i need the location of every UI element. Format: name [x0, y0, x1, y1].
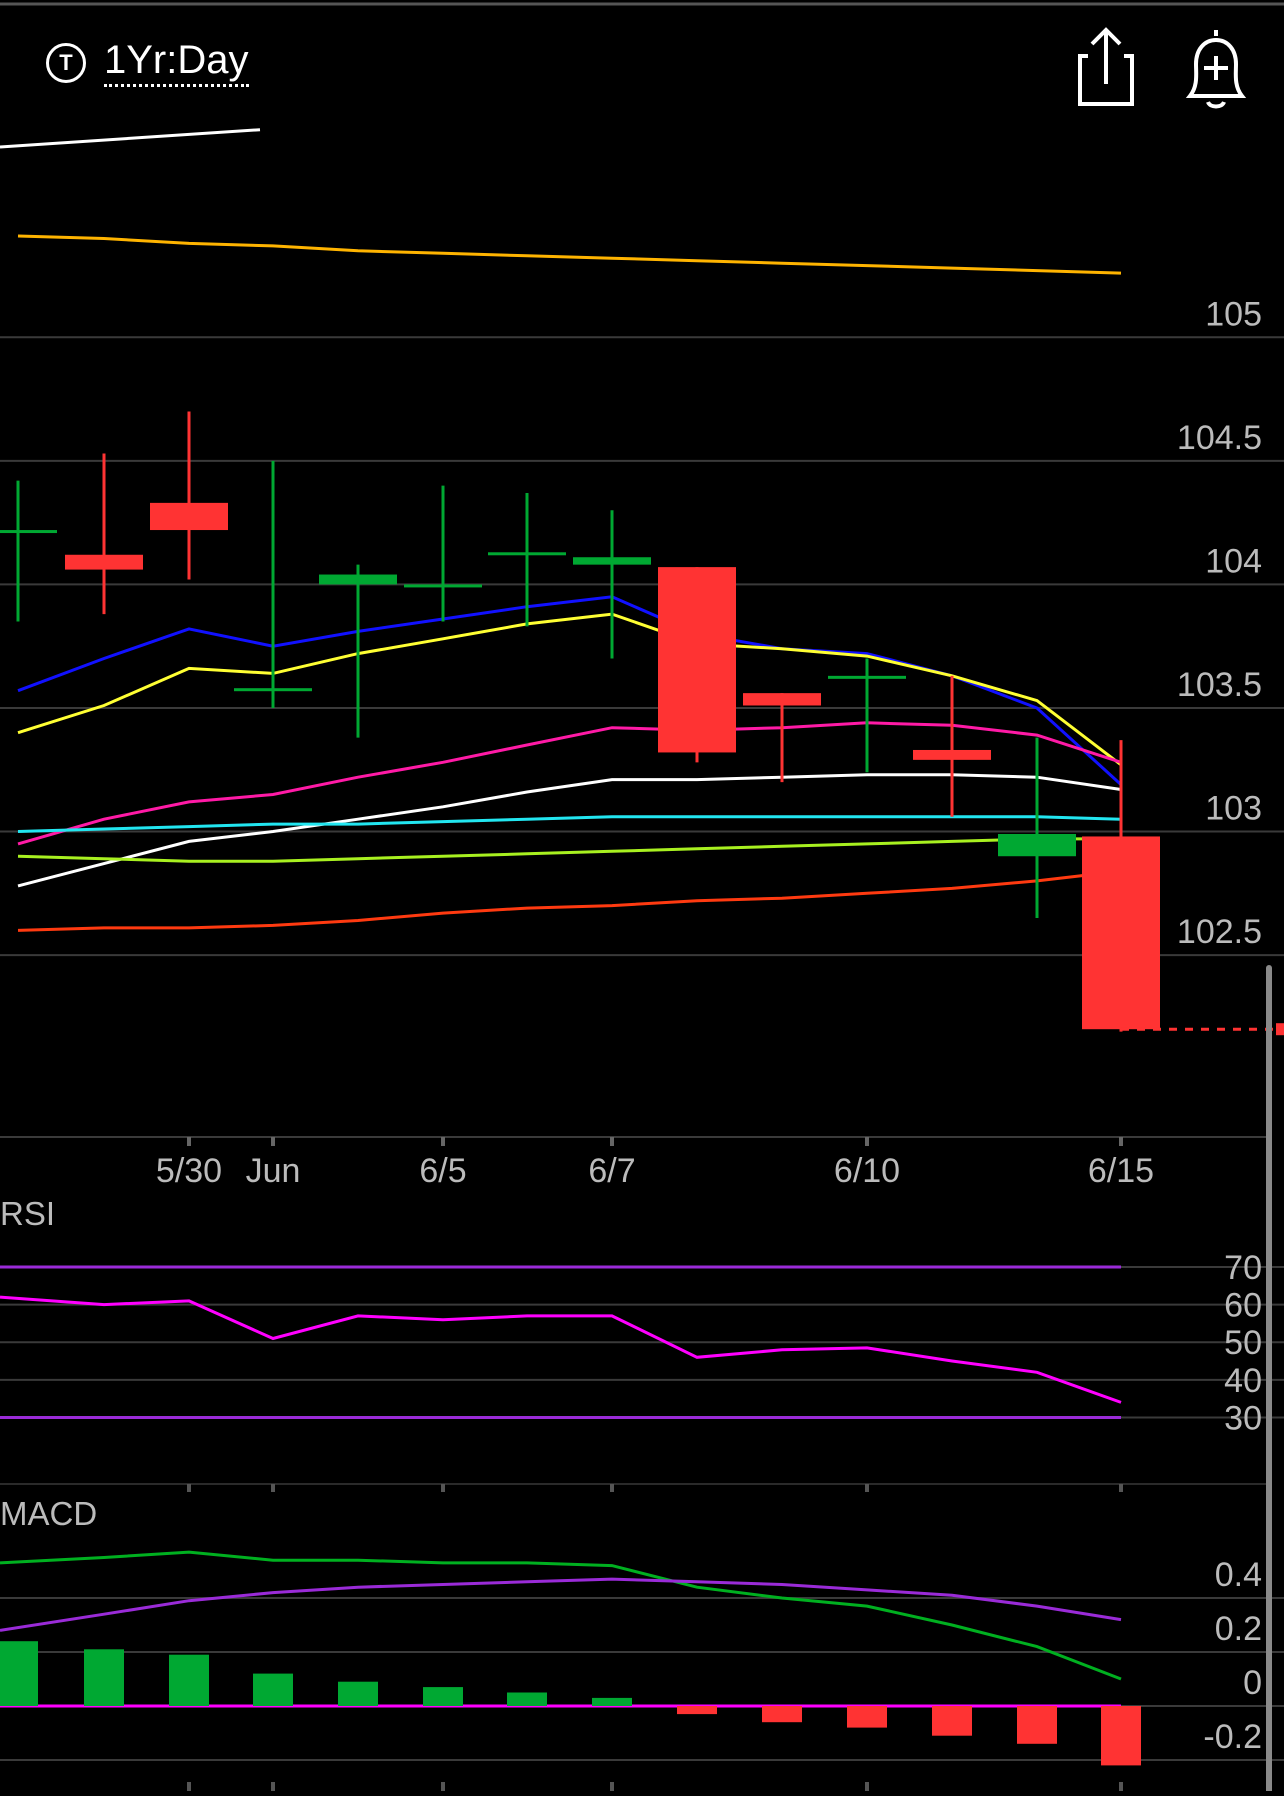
macd-histogram-bar: [677, 1706, 717, 1715]
long-ma-white-line: [0, 128, 261, 149]
price-tick-label: 105: [1205, 295, 1262, 333]
candle-body: [913, 749, 991, 760]
price-tick-label: 104: [1205, 542, 1262, 580]
macd-histogram-bar: [847, 1706, 887, 1728]
x-tick-label: 6/7: [588, 1152, 635, 1190]
alert-button[interactable]: [1168, 22, 1264, 118]
candle-body: [65, 554, 143, 570]
macd-histogram-bar: [762, 1706, 802, 1723]
ma_yellow-line: [17, 612, 1122, 766]
macd-tick-label: 0.4: [1215, 1556, 1262, 1594]
macd-histogram-bar: [84, 1649, 124, 1706]
ma_long_gold-line: [17, 234, 1122, 275]
candle-body: [319, 574, 397, 585]
macd-histogram-bar: [169, 1654, 209, 1706]
macd-histogram-bar: [423, 1687, 463, 1706]
x-tick-label: 5/30: [156, 1152, 222, 1190]
macd-histogram-bar: [253, 1673, 293, 1706]
share-icon: [1078, 27, 1134, 106]
ticker-badge-icon: T: [46, 42, 86, 83]
macd-histogram-bar: [1017, 1706, 1057, 1744]
rsi-tick-label: 60: [1224, 1287, 1262, 1325]
candle-body: [404, 584, 482, 588]
price-tick-label: 103.5: [1177, 666, 1262, 704]
ma_cyan-line: [17, 815, 1122, 833]
candle-body: [488, 552, 566, 556]
range-selector[interactable]: T 1Yr:Day: [46, 38, 249, 87]
chart-canvas[interactable]: 105 104.5 104 103.5 103 102.5 5/30 Jun 6/5 6/7 6/1…: [0, 0, 1284, 1794]
x-tick-label: 6/5: [419, 1152, 466, 1190]
macd-histogram-bar: [507, 1692, 547, 1706]
rsi-title: RSI: [0, 1195, 55, 1232]
price-tick-label: 103: [1205, 790, 1262, 828]
share-button[interactable]: [1058, 22, 1154, 118]
candle-body: [658, 567, 736, 753]
candle-body: [150, 502, 228, 531]
ma_white-line: [17, 773, 1122, 888]
macd-line: [0, 1550, 1122, 1681]
rsi-tick-label: 50: [1224, 1324, 1262, 1362]
candle-body: [998, 833, 1076, 857]
rsi-tick-label: 30: [1224, 1399, 1262, 1437]
rsi-tick-label: 40: [1224, 1362, 1262, 1400]
candle-body: [234, 688, 312, 692]
candle-body: [573, 557, 651, 565]
rsi-tick-label: 70: [1224, 1249, 1262, 1287]
candle-body: [0, 530, 57, 534]
bell-plus-icon: [1185, 30, 1247, 109]
candle-body: [828, 675, 906, 679]
rsi-line: [0, 1295, 1122, 1404]
macd-tick-label: 0: [1243, 1664, 1262, 1702]
macd-histogram-bar: [932, 1706, 972, 1736]
macd-tick-label: 0.2: [1215, 1610, 1262, 1648]
x-tick-label: Jun: [246, 1152, 301, 1190]
macd-histogram-bar: [338, 1681, 378, 1706]
x-tick-label: 6/15: [1088, 1152, 1154, 1190]
candle-body: [1082, 836, 1160, 1030]
macd-histogram-bar: [1101, 1706, 1141, 1766]
macd-histogram-bar: [592, 1697, 632, 1706]
last-price-marker: [1276, 1023, 1284, 1036]
price-tick-label: 104.5: [1177, 419, 1262, 457]
price-tick-label: 102.5: [1177, 913, 1262, 951]
range-label[interactable]: 1Yr:Day: [104, 38, 249, 87]
candle-body: [743, 693, 821, 706]
macd-title: MACD: [0, 1495, 97, 1532]
ma_orange-line: [17, 869, 1122, 932]
stock-chart[interactable]: 105 104.5 104 103.5 103 102.5 5/30 Jun 6/5 6/7 6/1…: [0, 0, 1284, 1794]
macd-signal-line: [0, 1577, 1122, 1632]
macd-tick-label: -0.2: [1203, 1718, 1262, 1756]
macd-histogram-bar: [0, 1641, 38, 1706]
x-tick-label: 6/10: [834, 1152, 900, 1190]
